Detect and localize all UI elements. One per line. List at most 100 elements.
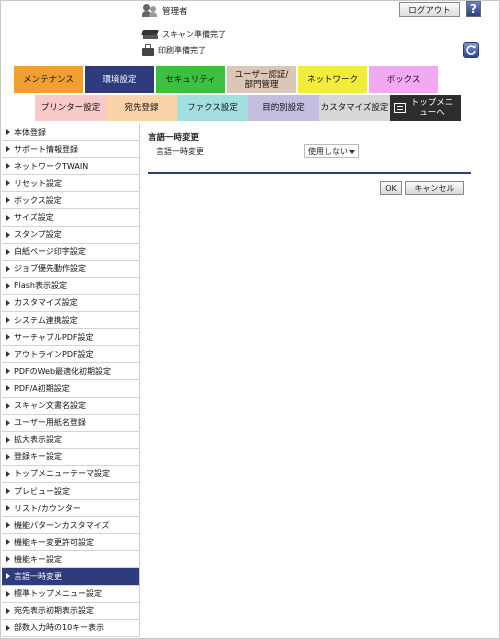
- sidebar-item[interactable]: Flash表示設定: [2, 278, 139, 295]
- arrow-right-icon: [6, 231, 10, 238]
- tab-environment-settings[interactable]: 環境設定: [85, 66, 154, 93]
- language-select[interactable]: 使用しない: [304, 144, 359, 158]
- sidebar-item-label: リセット設定: [14, 178, 62, 188]
- arrow-right-icon: [6, 470, 10, 477]
- arrow-right-icon: [6, 146, 10, 153]
- subtab-fax-settings[interactable]: ファクス設定: [177, 95, 248, 121]
- sidebar-item-label: トップメニューテーマ設定: [14, 469, 110, 479]
- arrow-right-icon: [6, 590, 10, 597]
- sidebar-item-label: 標準トップメニュー設定: [14, 589, 102, 599]
- arrow-right-icon: [6, 419, 10, 426]
- arrow-right-icon: [6, 607, 10, 614]
- tab-user-auth[interactable]: ユーザー認証/部門管理: [227, 66, 296, 93]
- user-info: 管理者: [142, 3, 188, 19]
- arrow-right-icon: [6, 299, 10, 306]
- chevron-down-icon: [349, 150, 355, 154]
- sidebar-item[interactable]: ユーザー用紙名登録: [2, 415, 139, 432]
- arrow-right-icon: [6, 180, 10, 187]
- subtab-purpose-settings[interactable]: 目的別設定: [248, 95, 319, 121]
- sidebar-item[interactable]: 言語一時変更: [2, 568, 139, 586]
- section-divider: [148, 172, 471, 174]
- arrow-right-icon: [6, 436, 10, 443]
- ok-button[interactable]: OK: [380, 181, 402, 195]
- arrow-right-icon: [6, 282, 10, 289]
- sidebar-item[interactable]: プレビュー設定: [2, 483, 139, 501]
- sidebar-item[interactable]: アウトラインPDF設定: [2, 346, 139, 364]
- sidebar-item-label: 本体登録: [14, 127, 46, 137]
- sidebar-item[interactable]: PDFのWeb最適化初期設定: [2, 363, 139, 381]
- language-select-value: 使用しない: [308, 146, 348, 156]
- sidebar-item[interactable]: 登録キー設定: [2, 449, 139, 466]
- sidebar-item[interactable]: トップメニューテーマ設定: [2, 466, 139, 483]
- sidebar-item-label: サーチャブルPDF設定: [14, 332, 94, 342]
- sidebar-item[interactable]: カスタマイズ設定: [2, 295, 139, 313]
- sidebar-item[interactable]: 宛先表示初期表示設定: [2, 603, 139, 620]
- tab-maintenance[interactable]: メンテナンス: [14, 66, 83, 93]
- sidebar-item[interactable]: 機能キー変更許可設定: [2, 534, 139, 552]
- sidebar-item-label: PDFのWeb最適化初期設定: [14, 366, 112, 376]
- scan-status: スキャン準備完了: [141, 27, 226, 42]
- sidebar-item[interactable]: 部数入力時の10キー表示: [2, 620, 139, 637]
- language-field-label: 言語一時変更: [156, 147, 204, 156]
- tab-network[interactable]: ネットワーク: [298, 66, 367, 93]
- sidebar-item[interactable]: サイズ設定: [2, 209, 139, 227]
- tab-label: トップメニューへ: [410, 98, 454, 118]
- sidebar-item[interactable]: 機能キー設定: [2, 551, 139, 569]
- subtab-customize-settings[interactable]: カスタマイズ設定: [319, 95, 390, 121]
- scan-status-text: スキャン準備完了: [162, 30, 226, 39]
- arrow-right-icon: [6, 214, 10, 221]
- cancel-button[interactable]: キャンセル: [405, 181, 464, 195]
- sidebar-item[interactable]: 白紙ページ印字設定: [2, 244, 139, 261]
- sidebar-item-label: スタンプ設定: [14, 230, 62, 240]
- sidebar-item-label: サポート情報登録: [14, 144, 78, 154]
- sidebar-item-label: 機能パターンカスタマイズ: [14, 520, 110, 530]
- sidebar-item[interactable]: ジョブ優先動作設定: [2, 261, 139, 278]
- tab-label: プリンター設定: [40, 103, 101, 113]
- sidebar-item[interactable]: リスト/カウンター: [2, 500, 139, 518]
- sidebar-item-label: 部数入力時の10キー表示: [14, 623, 105, 633]
- sidebar-item[interactable]: 本体登録: [2, 124, 139, 142]
- sidebar-item-label: 言語一時変更: [14, 571, 62, 581]
- sidebar-item[interactable]: PDF/A初期設定: [2, 380, 139, 398]
- sidebar-item[interactable]: ネットワークTWAIN: [2, 158, 139, 176]
- tab-security[interactable]: セキュリティ: [156, 66, 225, 93]
- sidebar-item-label: カスタマイズ設定: [14, 298, 78, 308]
- subtab-address-registration[interactable]: 宛先登録: [106, 95, 177, 121]
- sidebar-item[interactable]: 機能パターンカスタマイズ: [2, 517, 139, 535]
- help-icon[interactable]: ?: [466, 1, 481, 17]
- sidebar-item-label: スキャン文書名設定: [14, 401, 86, 411]
- sidebar-item-label: ボックス設定: [14, 195, 62, 205]
- subtab-printer-settings[interactable]: プリンター設定: [35, 95, 106, 121]
- refresh-icon[interactable]: [463, 42, 479, 58]
- sidebar-item[interactable]: ボックス設定: [2, 192, 139, 210]
- tab-box[interactable]: ボックス: [369, 66, 438, 93]
- sidebar-item[interactable]: 拡大表示設定: [2, 432, 139, 449]
- arrow-right-icon: [6, 402, 10, 409]
- sidebar-item[interactable]: リセット設定: [2, 175, 139, 193]
- subtab-top-menu[interactable]: トップメニューへ: [390, 95, 461, 121]
- tab-label: 目的別設定: [262, 103, 305, 113]
- user-label: 管理者: [162, 7, 188, 17]
- tab-label: 環境設定: [102, 74, 137, 85]
- arrow-right-icon: [6, 163, 10, 170]
- tab-label: ネットワーク: [306, 74, 358, 85]
- page-title: 言語一時変更: [148, 133, 200, 143]
- sidebar-item-label: アウトラインPDF設定: [14, 349, 94, 359]
- sidebar-item[interactable]: サーチャブルPDF設定: [2, 329, 139, 347]
- sidebar-item[interactable]: スキャン文書名設定: [2, 398, 139, 415]
- arrow-right-icon: [6, 505, 10, 512]
- arrow-right-icon: [6, 265, 10, 272]
- arrow-right-icon: [6, 522, 10, 529]
- sidebar-item-label: 宛先表示初期表示設定: [14, 606, 94, 616]
- sidebar-item[interactable]: サポート情報登録: [2, 141, 139, 159]
- sidebar-item-label: PDF/A初期設定: [14, 383, 70, 393]
- sidebar-item[interactable]: 標準トップメニュー設定: [2, 586, 139, 603]
- arrow-right-icon: [6, 624, 10, 631]
- tab-label: ボックス: [386, 74, 421, 85]
- tab-label: カスタマイズ設定: [320, 103, 389, 113]
- tab-label: 宛先登録: [124, 103, 159, 113]
- logout-button[interactable]: ログアウト: [399, 2, 460, 17]
- sidebar-item[interactable]: スタンプ設定: [2, 227, 139, 244]
- sidebar-item[interactable]: システム連携設定: [2, 312, 139, 330]
- arrow-right-icon: [6, 317, 10, 324]
